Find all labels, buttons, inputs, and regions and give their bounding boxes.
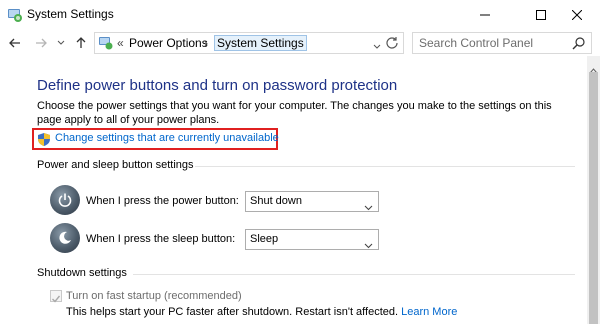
recent-locations-button[interactable]	[52, 34, 70, 52]
section-divider	[133, 274, 575, 275]
main-content: Define power buttons and turn on passwor…	[0, 56, 586, 324]
change-settings-highlight: Change settings that are currently unava…	[32, 128, 279, 152]
minimize-button[interactable]	[462, 0, 508, 30]
page-heading: Define power buttons and turn on passwor…	[37, 77, 398, 94]
forward-button[interactable]	[32, 34, 50, 52]
minimize-icon	[480, 14, 490, 16]
back-arrow-icon	[9, 38, 20, 48]
shutdown-section-title: Shutdown settings	[37, 267, 127, 279]
section-divider	[195, 166, 575, 167]
search-input[interactable]	[419, 35, 569, 51]
forward-arrow-icon	[36, 38, 47, 48]
chevron-down-icon	[364, 198, 373, 216]
close-icon	[572, 10, 582, 20]
search-box[interactable]	[412, 32, 592, 54]
power-button-value: Shut down	[250, 195, 302, 207]
chevron-down-icon	[57, 40, 65, 45]
refresh-button[interactable]	[384, 35, 400, 51]
power-icon	[50, 185, 80, 215]
sleep-button-label: When I press the sleep button:	[86, 233, 236, 245]
address-bar[interactable]: « Power Options › System Settings	[94, 32, 404, 54]
checkmark-icon	[52, 295, 61, 303]
window-title: System Settings	[27, 7, 114, 21]
sleep-icon	[50, 223, 80, 253]
fast-startup-help-text: This helps start your PC faster after sh…	[66, 306, 399, 318]
search-icon[interactable]	[572, 36, 586, 55]
chevron-down-icon	[364, 236, 373, 254]
breadcrumb-separator[interactable]: ›	[204, 36, 208, 50]
maximize-icon	[536, 10, 546, 20]
vertical-scrollbar[interactable]	[587, 56, 600, 324]
up-button[interactable]	[72, 34, 90, 52]
chevron-down-icon	[373, 44, 381, 49]
learn-more-link[interactable]: Learn More	[401, 306, 457, 318]
power-button-select[interactable]: Shut down	[245, 191, 379, 212]
breadcrumb-system-settings[interactable]: System Settings	[214, 35, 307, 51]
close-button[interactable]	[554, 0, 600, 30]
fast-startup-label: Turn on fast startup (recommended)	[66, 290, 242, 302]
navigation-bar: « Power Options › System Settings	[0, 30, 600, 56]
control-panel-icon	[98, 35, 114, 51]
page-description: Choose the power settings that you want …	[37, 100, 552, 126]
up-arrow-icon	[76, 37, 86, 48]
breadcrumb-power-options[interactable]: Power Options	[129, 36, 208, 50]
control-panel-app-icon	[6, 6, 24, 24]
change-settings-link[interactable]: Change settings that are currently unava…	[55, 132, 279, 144]
fast-startup-checkbox[interactable]	[50, 290, 62, 303]
title-bar: System Settings	[0, 0, 600, 30]
fast-startup-help: This helps start your PC faster after sh…	[66, 306, 457, 318]
overflow-crumbs[interactable]: «	[117, 36, 124, 50]
sleep-button-select[interactable]: Sleep	[245, 229, 379, 250]
back-button[interactable]	[6, 34, 24, 52]
uac-shield-icon	[37, 132, 51, 152]
power-button-label: When I press the power button:	[86, 195, 239, 207]
power-sleep-section-title: Power and sleep button settings	[37, 159, 194, 171]
refresh-icon	[386, 37, 398, 49]
address-dropdown-button[interactable]	[373, 37, 381, 55]
sleep-button-value: Sleep	[250, 233, 279, 245]
scrollbar-thumb[interactable]	[589, 72, 598, 324]
